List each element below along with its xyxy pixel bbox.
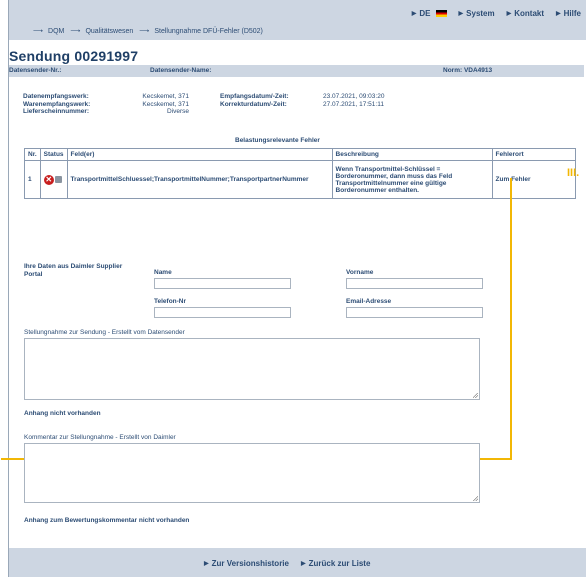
triangle-right-icon: ▶	[556, 11, 561, 17]
telefon-field[interactable]	[154, 307, 291, 318]
breadcrumb: ⟶ DQM ⟶ Qualitätswesen ⟶ Stellungnahme D…	[33, 27, 263, 36]
column-header-beschreibung: Beschreibung	[331, 148, 493, 161]
page-title: Sendung 00291997	[9, 48, 139, 64]
triangle-right-icon: ▶	[458, 11, 464, 17]
versionshistorie-link[interactable]: ▶ Zur Versionshistorie	[204, 559, 289, 568]
row-felder: TransportmittelSchluessel;Transportmitte…	[66, 160, 333, 199]
row-nr: 1	[24, 160, 41, 199]
norm-label: Norm: VDA4913	[443, 67, 493, 74]
top-navigation: ▶ DE ▶ System ▶ Kontakt ▶ Hilfe	[412, 9, 581, 18]
versionshistorie-label: Zur Versionshistorie	[211, 559, 289, 568]
sender-name-label: Datensender-Name:	[150, 67, 212, 74]
vorname-field[interactable]	[346, 278, 483, 289]
nav-kontakt[interactable]: ▶ Kontakt	[507, 9, 544, 18]
footer-navigation: ▶ Zur Versionshistorie ▶ Zurück zur List…	[204, 559, 370, 568]
column-header-felder: Feld(er)	[66, 148, 333, 161]
annotation-line-vertical	[510, 178, 512, 459]
row-status: ✕	[39, 160, 68, 199]
row-fehlerort: Zum Fehler	[491, 160, 577, 199]
table-row: 1 ✕ TransportmittelSchluessel;Transportm…	[24, 160, 577, 199]
korrektur-label: Korrekturdatum/-Zeit:	[220, 100, 287, 108]
supplier-heading: Ihre Daten aus Daimler Supplier Portal	[24, 263, 123, 278]
column-header-fehlerort: Fehlerort	[491, 148, 577, 161]
zurueck-zur-liste-link[interactable]: ▶ Zurück zur Liste	[301, 559, 370, 568]
zum-fehler-link[interactable]: Zum Fehler	[496, 176, 531, 183]
language-label: DE	[419, 9, 431, 18]
resize-grip-icon[interactable]	[473, 496, 478, 501]
empfang-value: 23.07.2021, 09:03:20	[323, 93, 385, 100]
nav-hilfe-label: Hilfe	[563, 9, 581, 18]
breadcrumb-qualitaetswesen[interactable]: Qualitätswesen	[85, 28, 133, 35]
email-field[interactable]	[346, 307, 483, 318]
sender-nr-label: Datensender-Nr.:	[9, 67, 62, 74]
telefon-label: Telefon-Nr	[154, 298, 187, 305]
warenempfangswerk-value: Kecskemet, 371	[142, 100, 189, 108]
triangle-right-icon: ▶	[204, 561, 209, 567]
triangle-right-icon: ▶	[300, 561, 306, 567]
warenempfangswerk-label: Warenempfangswerk:	[23, 100, 91, 108]
stellungnahme-label: Stellungnahme zur Sendung - Erstellt vom…	[24, 329, 185, 336]
resize-grip-icon[interactable]	[473, 393, 478, 398]
anhang-bewertung-label: Anhang zum Bewertungskommentar nicht vor…	[24, 517, 190, 524]
sender-info-bar: Datensender-Nr.: Datensender-Name: Norm:…	[9, 65, 584, 77]
language-switch[interactable]: ▶ DE	[412, 9, 447, 18]
document-icon	[54, 176, 62, 183]
row-beschreibung: Wenn Transportmittel-Schlüssel = Bordero…	[331, 160, 493, 199]
datenempfangswerk-label: Datenempfangswerk:	[23, 93, 89, 100]
page-frame: ▶ DE ▶ System ▶ Kontakt ▶ Hilfe ⟶ DQM ⟶ …	[1, 0, 586, 577]
kommentar-textarea[interactable]	[24, 443, 480, 503]
annotation-step-label: III.	[567, 167, 580, 179]
datenempfangswerk-value: Kecskemet, 371	[142, 93, 189, 100]
zurueck-zur-liste-label: Zurück zur Liste	[308, 559, 371, 568]
header-bar: ▶ DE ▶ System ▶ Kontakt ▶ Hilfe ⟶ DQM ⟶ …	[9, 0, 586, 40]
nav-kontakt-label: Kontakt	[514, 9, 545, 18]
breadcrumb-current: Stellungnahme DFÜ-Fehler (D502)	[154, 27, 263, 35]
error-table: Nr. Status Feld(er) Beschreibung Fehlero…	[24, 148, 577, 199]
triangle-right-icon: ▶	[506, 11, 512, 17]
korrektur-value: 27.07.2021, 17:51:11	[323, 100, 384, 108]
column-header-status: Status	[39, 148, 68, 161]
name-label: Name	[154, 269, 172, 276]
lieferschein-value: Diverse	[166, 108, 189, 115]
nav-hilfe[interactable]: ▶ Hilfe	[556, 9, 581, 18]
error-x-icon: ✕	[43, 174, 54, 185]
nav-system[interactable]: ▶ System	[459, 9, 495, 18]
kommentar-label: Kommentar zur Stellungnahme - Erstellt v…	[24, 434, 176, 441]
long-arrow-icon: ⟶	[139, 28, 149, 35]
footer-bar: ▶ Zur Versionshistorie ▶ Zurück zur List…	[9, 548, 586, 577]
error-table-title: Belastungsrelevante Fehler	[235, 137, 320, 144]
german-flag-icon	[435, 10, 447, 17]
long-arrow-icon: ⟶	[70, 28, 80, 35]
nav-system-label: System	[466, 9, 495, 18]
lieferschein-label: Lieferscheinnummer:	[23, 108, 90, 115]
anhang-label: Anhang nicht vorhanden	[24, 410, 101, 417]
email-label: Email-Adresse	[346, 298, 392, 305]
long-arrow-icon: ⟶	[33, 28, 43, 35]
stellungnahme-textarea[interactable]	[24, 338, 480, 400]
vorname-label: Vorname	[346, 269, 374, 276]
table-header-row: Nr. Status Feld(er) Beschreibung Fehlero…	[24, 148, 577, 161]
status-icon-group: ✕	[43, 174, 64, 185]
empfang-label: Empfangsdatum/-Zeit:	[220, 93, 289, 100]
breadcrumb-dqm[interactable]: DQM	[48, 28, 64, 35]
triangle-right-icon: ▶	[411, 11, 417, 17]
column-header-nr: Nr.	[24, 148, 41, 161]
name-field[interactable]	[154, 278, 291, 289]
